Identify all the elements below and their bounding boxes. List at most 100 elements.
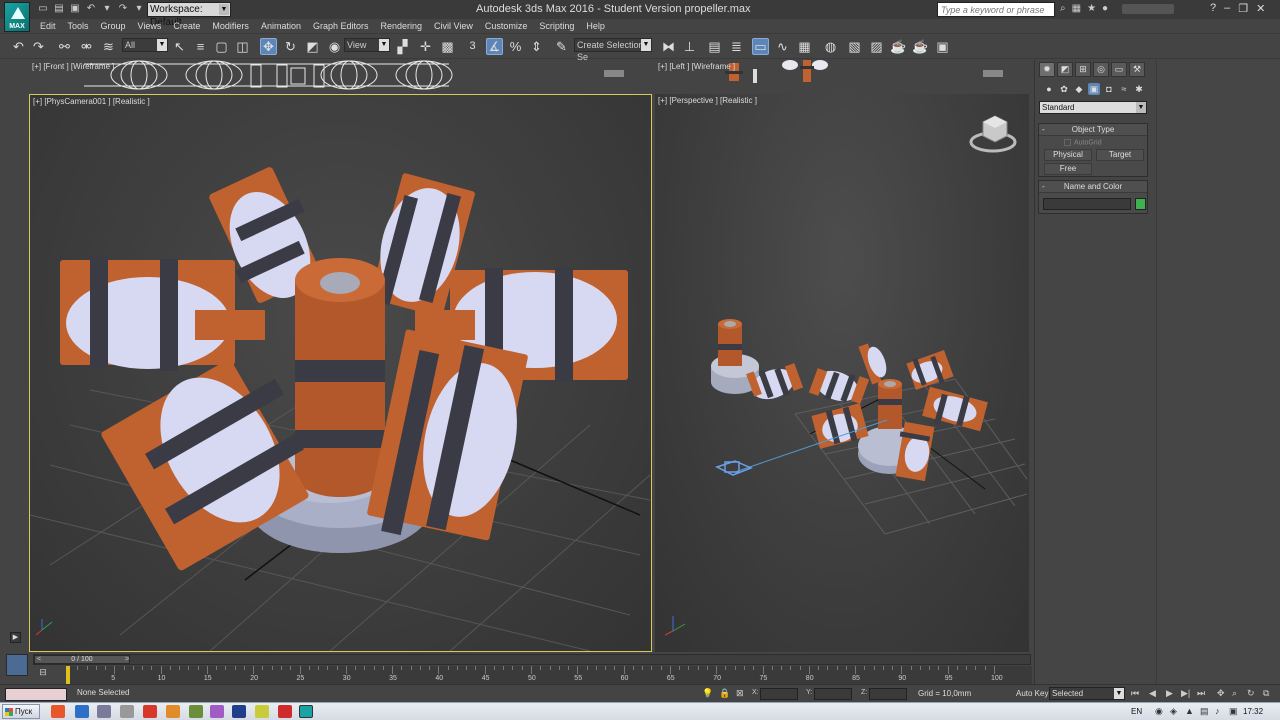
render-setup-icon[interactable]: ▧	[846, 38, 863, 55]
track-bar[interactable]: 5 10 15 20 25 30 35 40 45 50 55 60 65 70 75 80 85 90 95 100	[66, 666, 1032, 684]
rotate-icon[interactable]: ↻	[282, 38, 299, 55]
maximize-viewport-icon[interactable]: ⧉	[1263, 688, 1269, 699]
redo-icon[interactable]: ↷	[116, 2, 130, 16]
render-production-icon[interactable]: ☕	[890, 38, 907, 55]
x-coordinate-field[interactable]	[760, 688, 798, 700]
select-place-icon[interactable]: ◉	[326, 38, 343, 55]
physical-camera-button[interactable]: Physical	[1044, 149, 1092, 161]
search-icon[interactable]: ⌕	[1060, 3, 1066, 14]
manipulate-icon[interactable]: ✛	[417, 38, 434, 55]
open-file-icon[interactable]: ▤	[52, 2, 66, 16]
app-icon-10[interactable]	[255, 705, 269, 718]
lock-selection-icon[interactable]: 🔒	[719, 688, 730, 699]
menu-item-scripting[interactable]: Scripting	[533, 19, 580, 33]
menu-item-modifiers[interactable]: Modifiers	[206, 19, 255, 33]
cameras-icon[interactable]: ▣	[1088, 83, 1100, 95]
app-icon-11[interactable]	[278, 705, 292, 718]
menu-item-create[interactable]: Create	[167, 19, 206, 33]
time-slider[interactable]: 0 / 100 < >	[33, 654, 1031, 665]
expand-icon[interactable]: ▶	[10, 632, 21, 643]
prev-frame-arrow-icon[interactable]: <	[34, 655, 44, 664]
layer-explorer-icon[interactable]: ▤	[706, 38, 723, 55]
orbit-icon[interactable]: ↻	[1247, 688, 1255, 699]
tray-icon-6[interactable]: ▣	[1229, 706, 1238, 717]
object-category-dropdown[interactable]: Standard ▼	[1039, 101, 1147, 114]
new-file-icon[interactable]: ▭	[36, 2, 50, 16]
volume-icon[interactable]: ♪	[1215, 706, 1220, 716]
snaps-toggle-icon[interactable]: 3	[464, 38, 481, 55]
save-file-icon[interactable]: ▣	[68, 2, 82, 16]
maximize-icon[interactable]: ❐	[1238, 2, 1248, 15]
lights-icon[interactable]: ◆	[1073, 83, 1085, 95]
menu-item-graph-editors[interactable]: Graph Editors	[307, 19, 375, 33]
tray-icon-1[interactable]: ◉	[1155, 706, 1163, 717]
menu-item-customize[interactable]: Customize	[479, 19, 534, 33]
maxscript-listener-input[interactable]	[5, 688, 67, 701]
tray-icon-2[interactable]: ◈	[1170, 706, 1177, 717]
tab-motion[interactable]: ◎	[1093, 62, 1109, 77]
named-selection-dropdown[interactable]: Create Selection Se ▼	[574, 38, 652, 62]
scale-icon[interactable]: ◩	[304, 38, 321, 55]
mirror-icon[interactable]: ⧓	[660, 38, 677, 55]
a360-render-icon[interactable]: ▣	[934, 38, 951, 55]
menu-item-rendering[interactable]: Rendering	[375, 19, 429, 33]
next-frame-icon[interactable]: ▶|	[1181, 688, 1190, 699]
language-indicator[interactable]: EN	[1131, 707, 1142, 716]
pivot-center-icon[interactable]: ▞	[394, 38, 411, 55]
menu-item-animation[interactable]: Animation	[255, 19, 307, 33]
firefox-icon[interactable]	[51, 705, 65, 718]
tab-utilities[interactable]: ⚒	[1129, 62, 1145, 77]
workspace-dropdown[interactable]: Workspace: Default ▼	[147, 2, 231, 28]
keyboard-shortcut-icon[interactable]: ▩	[439, 38, 456, 55]
free-camera-button[interactable]: Free	[1044, 163, 1092, 175]
viewport-front[interactable]: [+] [Front ] [Wireframe ]	[29, 60, 652, 91]
layers-icon[interactable]: ≣	[728, 38, 745, 55]
tab-modify[interactable]: ◩	[1057, 62, 1073, 77]
minimize-icon[interactable]: –	[1224, 2, 1230, 15]
key-filter-dropdown[interactable]: Selected ▼	[1049, 687, 1125, 700]
goto-start-icon[interactable]: ⏮	[1131, 688, 1139, 699]
rendered-frame-icon[interactable]: ▨	[868, 38, 885, 55]
select-object-icon[interactable]: ↖	[171, 38, 188, 55]
track-filter-icon[interactable]: ⊟	[33, 667, 53, 681]
target-camera-button[interactable]: Target	[1096, 149, 1144, 161]
app-menu-button[interactable]: MAX	[4, 2, 30, 32]
viewport-left[interactable]: [+] [Left ] [Wireframe ]	[655, 60, 1029, 91]
menu-item-civil-view[interactable]: Civil View	[428, 19, 479, 33]
mini-listener-icon[interactable]	[6, 654, 28, 676]
percent-snap-icon[interactable]: %	[507, 38, 524, 55]
3dsmax-taskbar-icon[interactable]	[299, 705, 313, 718]
tab-create[interactable]: ✹	[1039, 62, 1055, 77]
autogrid-checkbox[interactable]: AutoGrid	[1064, 139, 1102, 146]
undo-dropdown-icon[interactable]: ▾	[100, 2, 114, 16]
start-button[interactable]: Пуск	[2, 704, 40, 719]
zoom-icon[interactable]: ⌕	[1232, 688, 1237, 699]
pan-icon[interactable]: ✥	[1217, 688, 1225, 699]
undo-icon[interactable]: ↶	[10, 38, 27, 55]
spinner-snap-icon[interactable]: ⇕	[528, 38, 545, 55]
curve-editor-icon[interactable]: ∿	[774, 38, 791, 55]
align-icon[interactable]: ⊥	[681, 38, 698, 55]
tab-hierarchy[interactable]: ⊞	[1075, 62, 1091, 77]
user-icon[interactable]: ●	[1102, 3, 1108, 14]
app-icon-7[interactable]	[189, 705, 203, 718]
app-icon-6[interactable]	[166, 705, 180, 718]
viewport-left-label[interactable]: [+] [Left ] [Wireframe ]	[658, 62, 735, 71]
unlink-icon[interactable]: ⚮	[78, 38, 95, 55]
name-color-header[interactable]: - Name and Color	[1039, 181, 1147, 193]
menu-item-views[interactable]: Views	[132, 19, 168, 33]
helpers-icon[interactable]: ◘	[1103, 83, 1115, 95]
geometry-icon[interactable]: ●	[1043, 83, 1055, 95]
play-icon[interactable]: ▶	[1166, 688, 1173, 699]
goto-end-icon[interactable]: ⏭	[1197, 688, 1205, 699]
viewport-physcamera[interactable]: [+] [PhysCamera001 ] [Realistic ]	[29, 94, 652, 652]
select-by-name-icon[interactable]: ≡	[192, 38, 209, 55]
favorites-icon[interactable]: ★	[1087, 3, 1096, 14]
schematic-view-icon[interactable]: ▦	[796, 38, 813, 55]
render-iterative-icon[interactable]: ☕	[912, 38, 929, 55]
reference-coordinate-dropdown[interactable]: View ▼	[344, 38, 390, 52]
time-slider-thumb[interactable]: 0 / 100	[34, 655, 130, 664]
viewport-camera-label[interactable]: [+] [PhysCamera001 ] [Realistic ]	[33, 97, 150, 106]
space-warps-icon[interactable]: ≈	[1118, 83, 1130, 95]
close-icon[interactable]: ✕	[1256, 2, 1265, 15]
